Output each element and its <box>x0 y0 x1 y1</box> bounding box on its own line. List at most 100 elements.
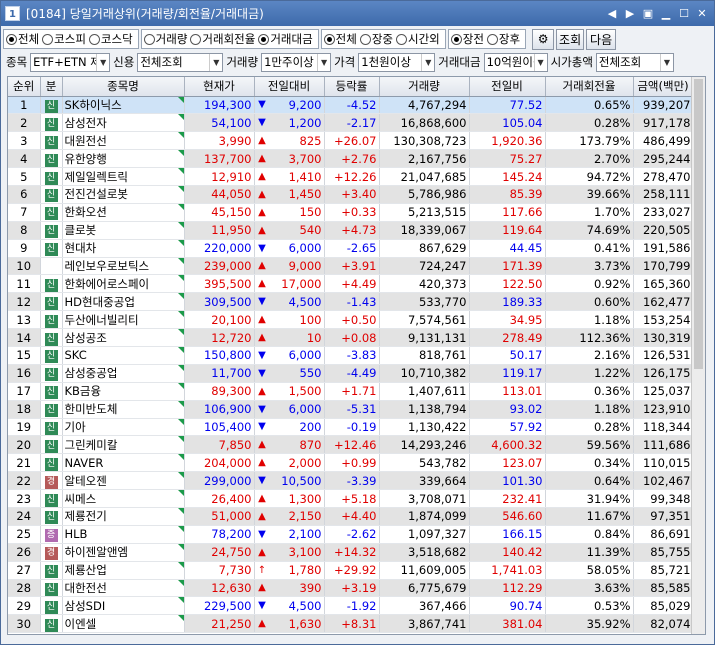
table-row[interactable]: 24 신 제룡전기 51,000 ▲ 2,150 +4.40 1,874,099 546.60 1… <box>8 507 694 526</box>
next-window-icon[interactable]: ▶ <box>622 6 638 22</box>
table-row[interactable]: 15 신 SKC 150,800 ▼ 6,000 -3.83 818,761 50.17 2.16… <box>8 346 694 365</box>
table-row[interactable]: 9 신 현대차 220,000 ▼ 6,000 -2.65 867,629 44.45 0.41%… <box>8 239 694 258</box>
name-cell[interactable]: 삼성중공업 <box>62 364 185 383</box>
sort-radio-2[interactable]: 거래대금 <box>258 31 313 47</box>
column-header[interactable]: 순위 <box>8 77 41 97</box>
table-row[interactable]: 20 신 그린케미칼 7,850 ▲ 870 +12.46 14,293,246 4,600.3… <box>8 435 694 455</box>
name-cell[interactable]: 씨메스 <box>62 489 185 508</box>
name-cell[interactable]: 제룡전기 <box>62 507 185 526</box>
name-cell[interactable]: HLB <box>62 525 185 544</box>
table-row[interactable]: 18 신 한미반도체 106,900 ▼ 6,000 -5.31 1,138,794 93.02… <box>8 400 694 419</box>
table-row[interactable]: 6 신 전진건설로봇 44,050 ▲ 1,450 +3.40 5,786,986 85.39 3… <box>8 185 694 204</box>
name-cell[interactable]: 그린케미칼 <box>62 435 185 455</box>
vertical-scrollbar[interactable] <box>691 77 705 634</box>
name-cell[interactable]: HD현대중공업 <box>62 292 185 312</box>
name-cell[interactable]: KB금융 <box>62 382 185 401</box>
next-button[interactable]: 다음 <box>586 28 617 50</box>
table-row[interactable]: 17 신 KB금융 89,300 ▲ 1,500 +1.71 1,407,611 113.01 0… <box>8 382 694 401</box>
column-header[interactable]: 종목명 <box>62 77 185 97</box>
market-radio-0[interactable]: 전체 <box>6 31 39 47</box>
column-header[interactable]: 현재가 <box>184 77 255 97</box>
name-cell[interactable]: 대한전선 <box>62 579 185 598</box>
market-radio-2[interactable]: 코스닥 <box>88 31 133 47</box>
table-row[interactable]: 3 신 대원전선 3,990 ▲ 825 +26.07 130,308,723 1,920.36… <box>8 131 694 151</box>
amount-select[interactable]: 10억원이상 ▼ <box>483 52 548 72</box>
name-cell[interactable]: 한화오션 <box>62 203 185 222</box>
maximize-icon[interactable]: ☐ <box>676 6 692 22</box>
column-header[interactable]: 거래회전율 <box>545 77 634 97</box>
scrollbar-thumb[interactable] <box>694 79 703 369</box>
table-row[interactable]: 13 신 두산에너빌리티 20,100 ▲ 100 +0.50 7,574,561 34.95 1… <box>8 310 694 330</box>
close-icon[interactable]: ✕ <box>694 6 710 22</box>
table-row[interactable]: 26 경 하이젠알앤엠 24,750 ▲ 3,100 +14.32 3,518,682 140.… <box>8 543 694 562</box>
table-row[interactable]: 25 증 HLB 78,200 ▼ 2,100 -2.62 1,097,327 166.15 0.… <box>8 525 694 544</box>
market-radio-1[interactable]: 코스피 <box>42 31 86 47</box>
table-row[interactable]: 7 신 한화오션 45,150 ▲ 150 +0.33 5,213,515 117.66 1.70… <box>8 203 694 222</box>
name-cell[interactable]: 삼성공조 <box>62 328 185 347</box>
prev-window-icon[interactable]: ◀ <box>604 6 620 22</box>
table-row[interactable]: 29 신 삼성SDI 229,500 ▼ 4,500 -1.92 367,466 90.74 0.… <box>8 596 694 616</box>
item-select[interactable]: ETF+ETN 제 ▼ <box>30 52 111 72</box>
settings-icon[interactable]: ⚙ <box>532 28 555 50</box>
name-cell[interactable]: 이엔셀 <box>62 614 185 634</box>
name-cell[interactable]: 제룡산업 <box>62 561 185 580</box>
name-cell[interactable]: 두산에너빌리티 <box>62 310 185 330</box>
table-row[interactable]: 5 신 제일일렉트릭 12,910 ▲ 1,410 +12.26 21,047,685 145.… <box>8 167 694 186</box>
name-cell[interactable]: 레인보우로보틱스 <box>62 257 185 276</box>
name-cell[interactable]: SKC <box>62 346 185 365</box>
name-cell[interactable]: 한미반도체 <box>62 400 185 419</box>
name-cell[interactable]: 클로봇 <box>62 221 185 240</box>
column-header[interactable]: 거래량 <box>379 77 470 97</box>
table-row[interactable]: 8 신 클로봇 11,950 ▲ 540 +4.73 18,339,067 119.64 74.6… <box>8 221 694 240</box>
turnover-cell: 0.84% <box>545 525 634 544</box>
name-cell[interactable]: 기아 <box>62 418 185 437</box>
name-cell[interactable]: NAVER <box>62 453 185 473</box>
name-cell[interactable]: 전진건설로봇 <box>62 185 185 204</box>
name-cell[interactable]: 하이젠알앤엠 <box>62 543 185 562</box>
name-cell[interactable]: 알테오젠 <box>62 471 185 491</box>
table-row[interactable]: 23 신 씨메스 26,400 ▲ 1,300 +5.18 3,708,071 232.41 31… <box>8 489 694 508</box>
name-cell[interactable]: 현대차 <box>62 239 185 258</box>
volume-select[interactable]: 1만주이상 ▼ <box>261 52 332 72</box>
cap-select[interactable]: 전체조회 ▼ <box>595 52 674 72</box>
table-row[interactable]: 1 신 SK하이닉스 194,300 ▼ 9,200 -4.52 4,767,294 77.52… <box>8 96 694 115</box>
table-row[interactable]: 12 신 HD현대중공업 309,500 ▼ 4,500 -1.43 533,770 189.3… <box>8 292 694 312</box>
column-header[interactable]: 금액(백만) <box>633 77 694 97</box>
session-radio-0[interactable]: 전체 <box>323 31 357 47</box>
minimize-icon[interactable]: ▁ <box>658 6 674 22</box>
table-row[interactable]: 19 신 기아 105,400 ▼ 200 -0.19 1,130,422 57.92 0.28%… <box>8 418 694 437</box>
session2-radio-1[interactable]: 장후 <box>486 31 520 47</box>
name-cell[interactable]: 한화에어로스페이 <box>62 274 185 294</box>
column-header[interactable]: 전일대비 <box>254 77 325 97</box>
table-row[interactable]: 4 신 유한양행 137,700 ▲ 3,700 +2.76 2,167,756 75.27 2.… <box>8 149 694 169</box>
column-header[interactable]: 분 <box>40 77 63 97</box>
name-cell[interactable]: 유한양행 <box>62 149 185 169</box>
table-row[interactable]: 11 신 한화에어로스페이 395,500 ▲ 17,000 +4.49 420,373 122… <box>8 274 694 294</box>
table-row[interactable]: 27 신 제룡산업 7,730 ↑ 1,780 +29.92 11,609,005 1,741.… <box>8 561 694 580</box>
table-row[interactable]: 21 신 NAVER 204,000 ▲ 2,000 +0.99 543,782 123.07 0… <box>8 453 694 473</box>
name-cell[interactable]: 삼성전자 <box>62 113 185 133</box>
name-cell[interactable]: SK하이닉스 <box>62 96 185 115</box>
name-cell[interactable]: 대원전선 <box>62 131 185 151</box>
name-cell[interactable]: 제일일렉트릭 <box>62 167 185 186</box>
session2-radio-0[interactable]: 장전 <box>450 31 484 47</box>
column-header[interactable]: 전일비 <box>469 77 546 97</box>
sort-radio-1[interactable]: 거래회전율 <box>190 31 255 47</box>
table-row[interactable]: 22 경 알테오젠 299,000 ▼ 10,500 -3.39 339,664 101.30 0… <box>8 471 694 491</box>
table-row[interactable]: 16 신 삼성중공업 11,700 ▼ 550 -4.49 10,710,382 119.17 1… <box>8 364 694 383</box>
memo-icon[interactable]: ▣ <box>640 6 656 22</box>
table-row[interactable]: 14 신 삼성공조 12,720 ▲ 10 +0.08 9,131,131 278.49 112.… <box>8 328 694 347</box>
table-row[interactable]: 30 신 이엔셀 21,250 ▲ 1,630 +8.31 3,867,741 381.04 35… <box>8 614 694 634</box>
sort-radio-0[interactable]: 거래량 <box>143 31 187 47</box>
price-select[interactable]: 1천원이상 ▼ <box>358 52 436 72</box>
turnover-cell: 3.73% <box>545 257 634 276</box>
name-cell[interactable]: 삼성SDI <box>62 596 185 616</box>
credit-select[interactable]: 전체조회 ▼ <box>137 52 224 72</box>
table-row[interactable]: 2 신 삼성전자 54,100 ▼ 1,200 -2.17 16,868,600 105.04 0… <box>8 113 694 133</box>
table-row[interactable]: 28 신 대한전선 12,630 ▲ 390 +3.19 6,775,679 112.29 3.6… <box>8 579 694 598</box>
column-header[interactable]: 등락률 <box>324 77 380 97</box>
table-row[interactable]: 10 레인보우로보틱스 239,000 ▲ 9,000 +3.91 724,247 171.3… <box>8 257 694 276</box>
session-radio-2[interactable]: 시간외 <box>396 31 440 47</box>
query-button[interactable]: 조회 <box>556 28 585 50</box>
session-radio-1[interactable]: 장중 <box>359 31 393 47</box>
